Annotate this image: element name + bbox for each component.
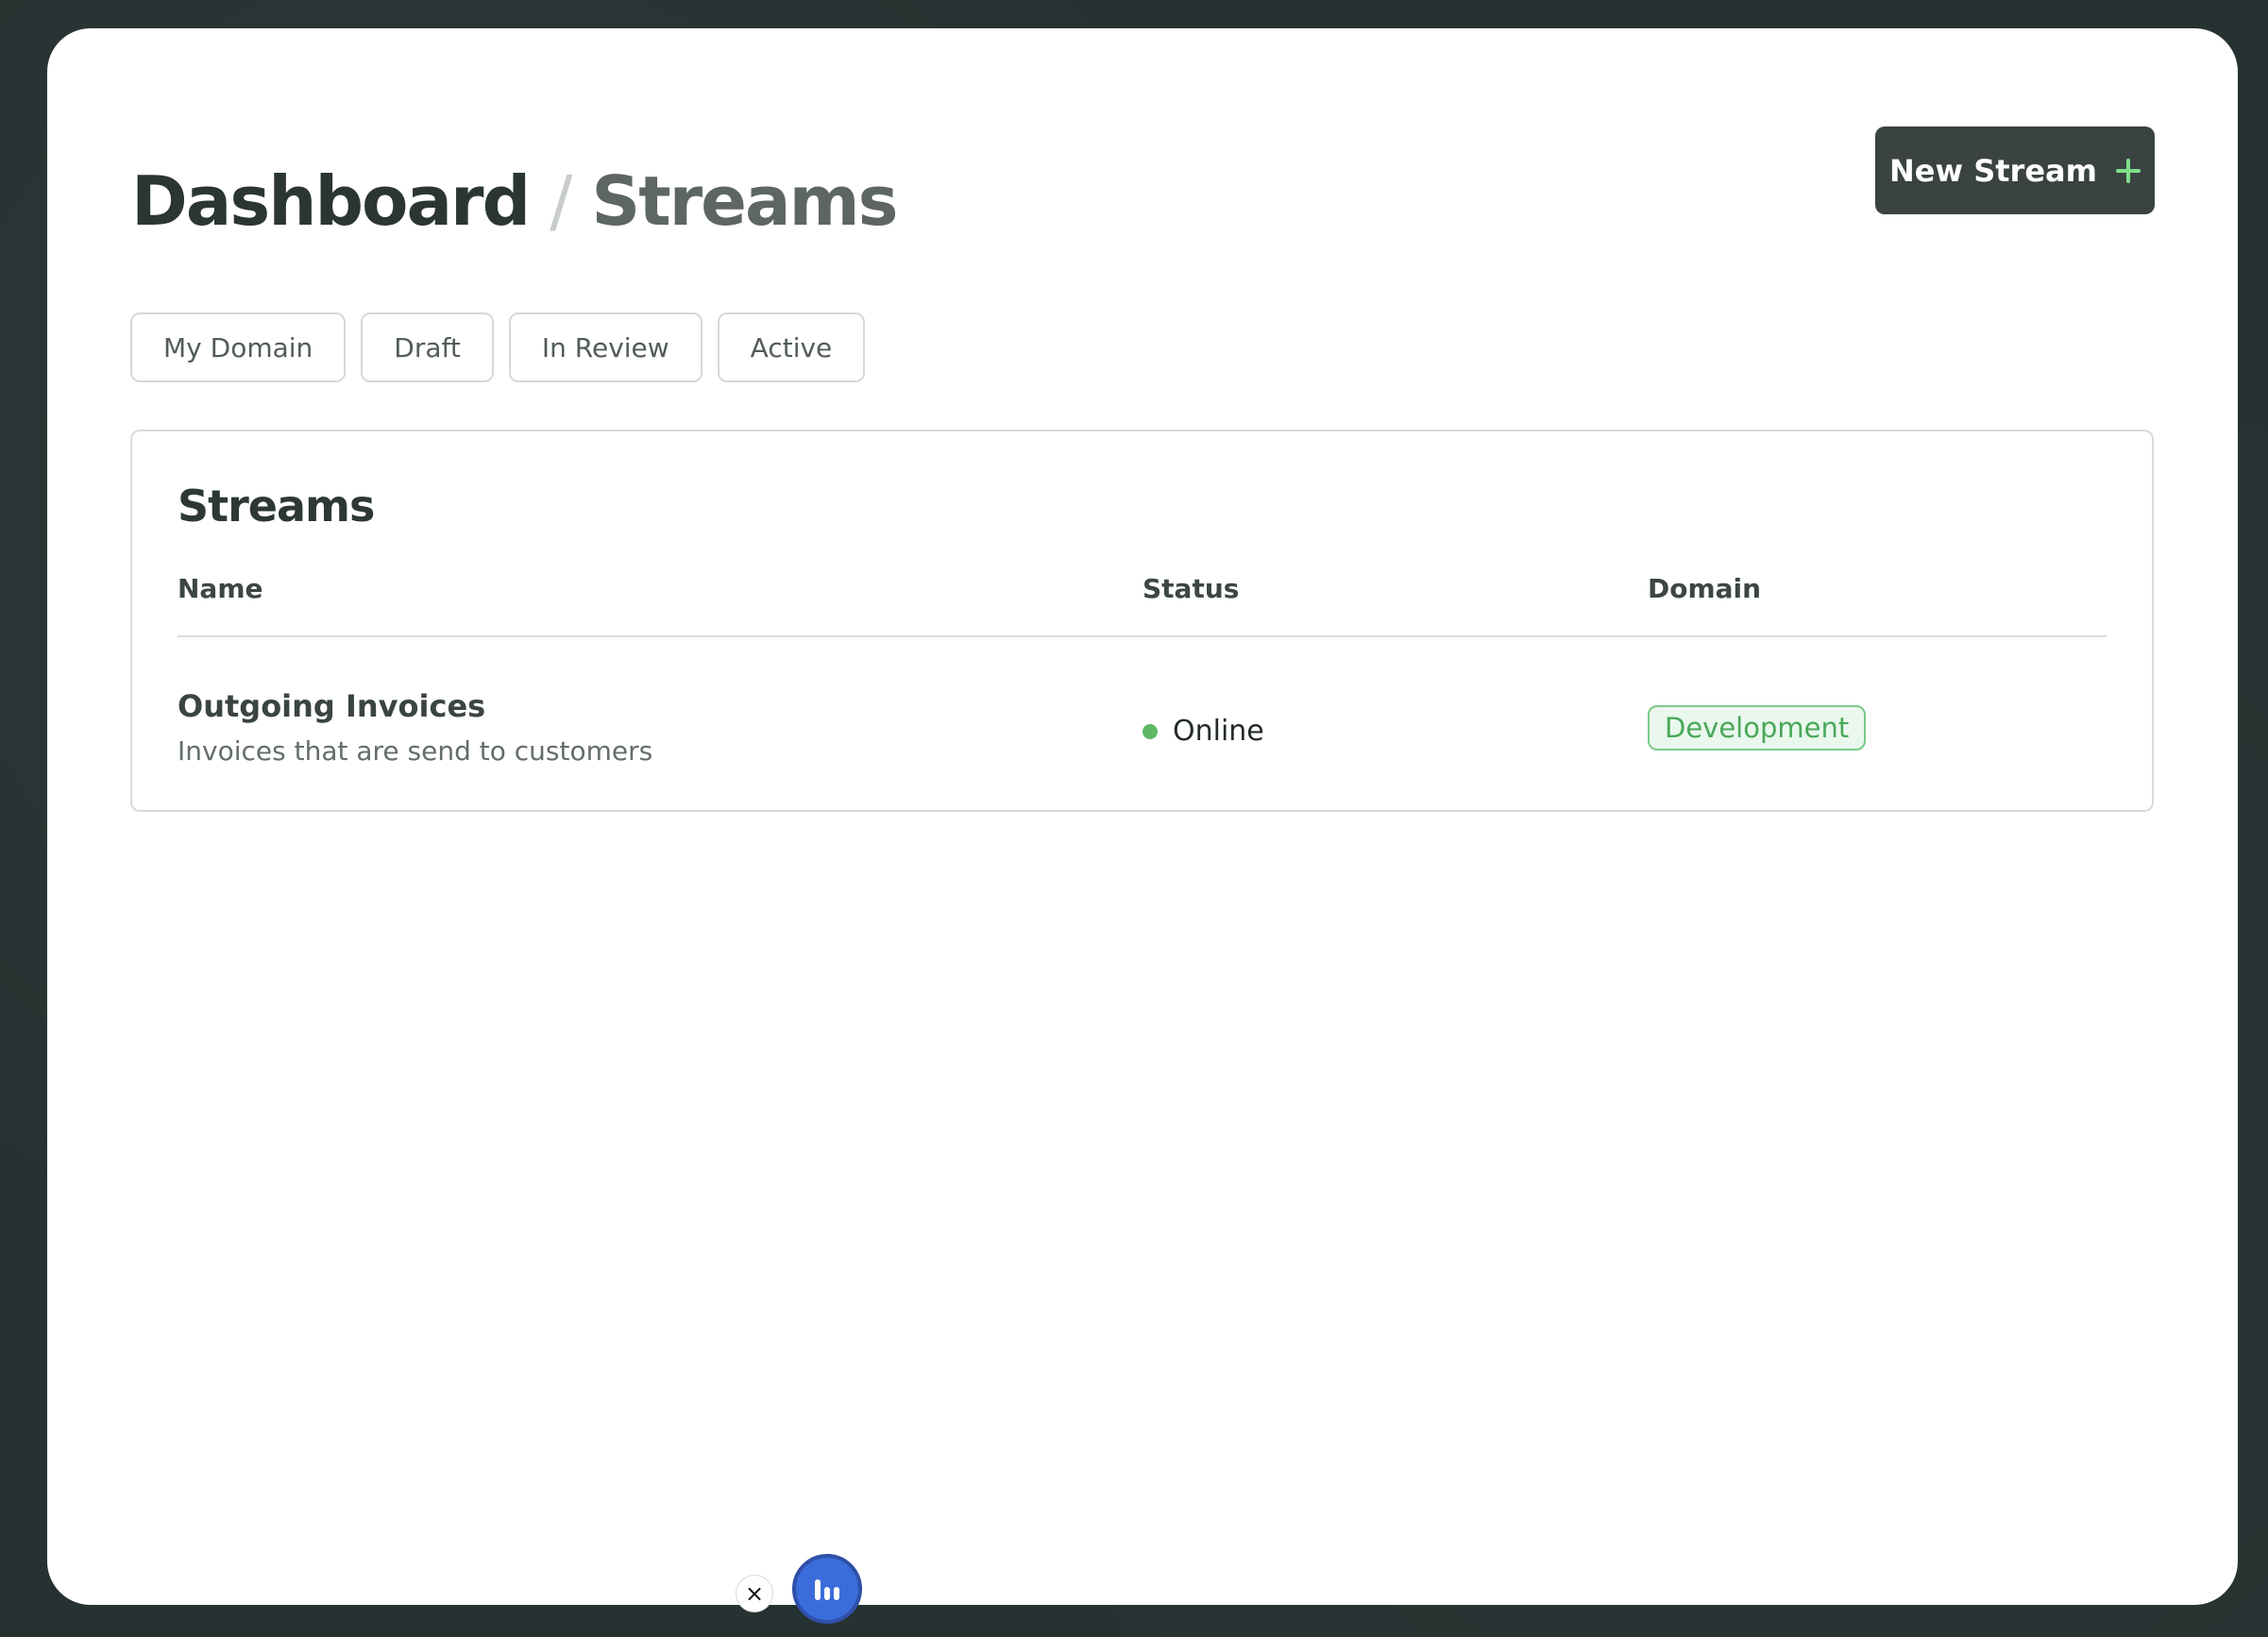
new-stream-button[interactable]: New Stream xyxy=(1875,127,2155,214)
breadcrumb-separator: / xyxy=(550,161,573,241)
status-dot-icon xyxy=(1142,723,1158,739)
breadcrumb-dashboard[interactable]: Dashboard xyxy=(131,161,531,241)
new-stream-label: New Stream xyxy=(1889,152,2097,189)
column-header-domain: Domain xyxy=(1648,573,1762,604)
filter-my-domain[interactable]: My Domain xyxy=(130,312,347,382)
stream-name[interactable]: Outgoing Invoices xyxy=(178,688,485,724)
filter-active[interactable]: Active xyxy=(717,312,866,382)
floating-action-button[interactable] xyxy=(792,1554,862,1624)
filter-in-review[interactable]: In Review xyxy=(508,312,702,382)
column-header-status: Status xyxy=(1142,573,1240,604)
domain-badge: Development xyxy=(1648,705,1867,751)
filter-bar: My Domain Draft In Review Active xyxy=(130,312,866,382)
stream-status: Online xyxy=(1142,715,1264,748)
bar-chart-icon xyxy=(815,1578,839,1600)
table-row[interactable]: Outgoing Invoices Invoices that are send… xyxy=(132,637,2152,812)
filter-draft[interactable]: Draft xyxy=(361,312,494,382)
breadcrumb: Dashboard / Streams xyxy=(131,149,898,253)
stream-description: Invoices that are send to customers xyxy=(178,735,653,767)
app-window: Dashboard / Streams New Stream My Domain… xyxy=(47,28,2238,1605)
floating-widget: × xyxy=(736,1554,868,1631)
plus-icon xyxy=(2115,158,2141,183)
close-icon[interactable]: × xyxy=(736,1575,773,1612)
column-header-name: Name xyxy=(178,573,263,604)
streams-card-title: Streams xyxy=(178,481,375,532)
streams-card: Streams Name Status Domain Outgoing Invo… xyxy=(130,430,2154,812)
status-text: Online xyxy=(1173,715,1264,748)
breadcrumb-streams: Streams xyxy=(591,161,898,241)
